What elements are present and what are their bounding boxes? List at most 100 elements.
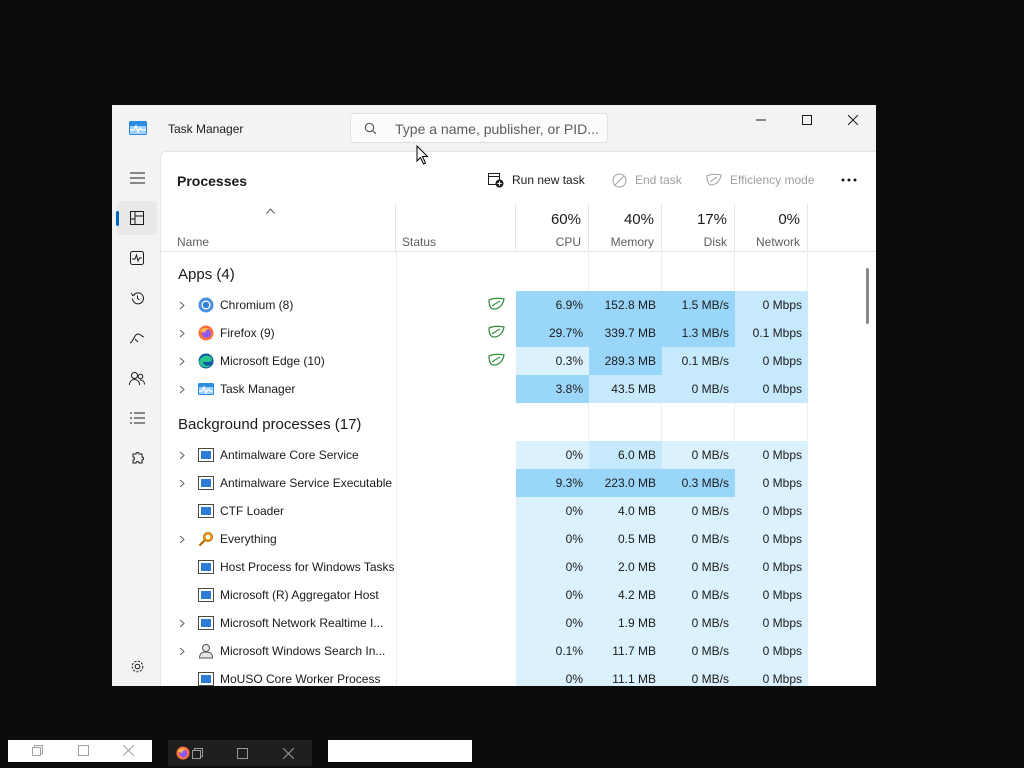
network-total-percent: 0%	[778, 211, 800, 228]
run-new-task-button[interactable]: Run new task	[488, 167, 585, 193]
expand-chevron-icon[interactable]	[179, 479, 185, 488]
memory-total-percent: 40%	[623, 211, 654, 228]
processes-icon	[130, 211, 144, 225]
minimized-window-3[interactable]	[328, 740, 472, 762]
column-header-status[interactable]: Status	[396, 204, 516, 252]
minimized-window-1[interactable]	[8, 740, 152, 762]
expand-chevron-icon[interactable]	[179, 385, 185, 394]
process-row-firefox[interactable]: Firefox (9) 29.7% 339.7 MB 1.3 MB/s 0.1 …	[161, 319, 876, 347]
disk-cell: 0 MB/s	[662, 637, 735, 665]
process-row-chromium[interactable]: Chromium (8) 6.9% 152.8 MB 1.5 MB/s 0 Mb…	[161, 291, 876, 319]
process-row[interactable]: Everything 0% 0.5 MB 0 MB/s 0 Mbps	[161, 525, 876, 553]
sort-ascending-icon	[266, 208, 275, 214]
task-manager-logo-icon	[129, 121, 147, 135]
task-manager-icon	[198, 383, 214, 395]
disk-cell: 0.3 MB/s	[662, 469, 735, 497]
column-memory-label: Memory	[610, 235, 654, 249]
memory-cell: 11.1 MB	[589, 665, 662, 686]
column-header-cpu[interactable]: 60% CPU	[516, 204, 589, 252]
network-cell: 0.1 Mbps	[735, 319, 808, 347]
title-bar[interactable]: Task Manager	[112, 105, 876, 151]
process-name: Microsoft Network Realtime I...	[220, 616, 384, 630]
process-name: Microsoft (R) Aggregator Host	[220, 588, 379, 602]
efficiency-mode-button[interactable]: Efficiency mode	[706, 167, 815, 193]
sidebar-item-details[interactable]	[117, 401, 157, 435]
sidebar-item-processes[interactable]	[116, 201, 157, 235]
expand-chevron-icon[interactable]	[179, 619, 185, 628]
end-task-icon	[612, 173, 627, 187]
minimize-icon	[756, 119, 766, 121]
search-box[interactable]	[350, 113, 608, 143]
efficiency-mode-label: Efficiency mode	[730, 173, 815, 187]
process-row[interactable]: Microsoft Network Realtime I... 0% 1.9 M…	[161, 609, 876, 637]
group-cell	[662, 403, 735, 441]
history-icon	[130, 291, 144, 304]
expand-chevron-icon[interactable]	[179, 647, 185, 656]
process-row[interactable]: CTF Loader 0% 4.0 MB 0 MB/s 0 Mbps	[161, 497, 876, 525]
maximize-button[interactable]	[784, 105, 830, 135]
expand-chevron-icon[interactable]	[179, 357, 185, 366]
disk-cell: 0.1 MB/s	[662, 347, 735, 375]
settings-gear-icon	[131, 660, 143, 672]
more-options-button[interactable]	[841, 167, 865, 193]
memory-cell: 339.7 MB	[589, 319, 662, 347]
sidebar-item-settings[interactable]	[117, 649, 157, 683]
memory-cell: 223.0 MB	[589, 469, 662, 497]
process-row[interactable]: Antimalware Core Service 0% 6.0 MB 0 MB/…	[161, 441, 876, 469]
page-title: Processes	[177, 173, 248, 189]
expand-chevron-icon[interactable]	[179, 451, 185, 460]
efficiency-leaf-icon	[488, 297, 505, 310]
cpu-cell: 6.9%	[516, 291, 589, 319]
restore-icon	[32, 745, 43, 756]
disk-cell: 1.3 MB/s	[662, 319, 735, 347]
process-name: Antimalware Service Executable	[220, 476, 393, 490]
network-cell: 0 Mbps	[735, 553, 808, 581]
network-cell: 0 Mbps	[735, 525, 808, 553]
process-name: Microsoft Windows Search In...	[220, 644, 386, 658]
minimize-button[interactable]	[738, 105, 784, 135]
column-header-memory[interactable]: 40% Memory	[589, 204, 662, 252]
process-row-task-manager[interactable]: Task Manager 3.8% 43.5 MB 0 MB/s 0 Mbps	[161, 375, 876, 403]
group-header-background: Background processes (17)	[161, 403, 876, 441]
group-cell	[589, 403, 662, 441]
cpu-cell: 3.8%	[516, 375, 589, 403]
column-header-network[interactable]: 0% Network	[735, 204, 808, 252]
column-header-disk[interactable]: 17% Disk	[662, 204, 735, 252]
expand-chevron-icon[interactable]	[179, 329, 185, 338]
minimized-window-firefox[interactable]	[168, 740, 312, 766]
process-name: MoUSO Core Worker Process	[220, 672, 381, 686]
firefox-icon	[198, 325, 214, 341]
search-input[interactable]	[395, 120, 600, 138]
hamburger-menu-button[interactable]	[117, 161, 157, 195]
service-icon	[198, 560, 214, 574]
sidebar-item-services[interactable]	[117, 441, 157, 475]
network-cell: 0 Mbps	[735, 375, 808, 403]
end-task-label: End task	[635, 173, 682, 187]
close-icon	[848, 115, 858, 125]
cpu-cell: 29.7%	[516, 319, 589, 347]
expand-chevron-icon[interactable]	[179, 301, 185, 310]
cpu-cell: 0%	[516, 581, 589, 609]
end-task-button[interactable]: End task	[612, 167, 682, 193]
process-row[interactable]: Microsoft (R) Aggregator Host 0% 4.2 MB …	[161, 581, 876, 609]
vertical-scrollbar[interactable]	[866, 268, 869, 324]
process-row[interactable]: Host Process for Windows Tasks 0% 2.0 MB…	[161, 553, 876, 581]
process-row[interactable]: MoUSO Core Worker Process 0% 11.1 MB 0 M…	[161, 665, 876, 686]
sidebar-item-startup-apps[interactable]	[117, 321, 157, 355]
disk-cell: 0 MB/s	[662, 525, 735, 553]
process-name: Antimalware Core Service	[220, 448, 359, 462]
cpu-cell: 9.3%	[516, 469, 589, 497]
cpu-cell: 0%	[516, 553, 589, 581]
expand-chevron-icon[interactable]	[179, 535, 185, 544]
sidebar-item-users[interactable]	[117, 361, 157, 395]
group-cell	[516, 253, 589, 291]
column-header-name[interactable]: Name	[161, 204, 396, 252]
sidebar-item-app-history[interactable]	[117, 281, 157, 315]
search-icon	[364, 122, 377, 135]
process-row[interactable]: Antimalware Service Executable 9.3% 223.…	[161, 469, 876, 497]
process-row-edge[interactable]: Microsoft Edge (10) 0.3% 289.3 MB 0.1 MB…	[161, 347, 876, 375]
close-button[interactable]	[830, 105, 876, 135]
sidebar-item-performance[interactable]	[117, 241, 157, 275]
process-row[interactable]: Microsoft Windows Search In... 0.1% 11.7…	[161, 637, 876, 665]
memory-cell: 1.9 MB	[589, 609, 662, 637]
